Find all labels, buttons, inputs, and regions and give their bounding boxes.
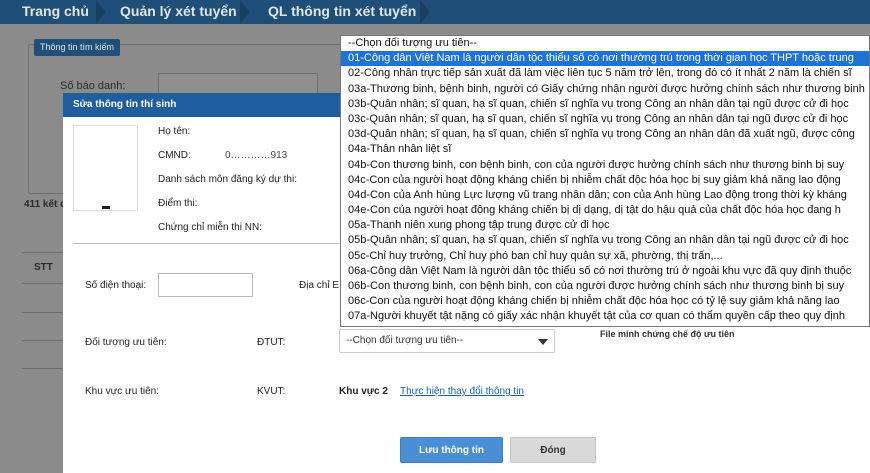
stt-header: STT [34, 262, 53, 273]
dropdown-option[interactable]: 06b-Con thương binh, con bệnh binh, con … [341, 279, 869, 294]
dropdown-option[interactable]: 07a-Người khuyết tật nặng có giấy xác nh… [341, 309, 869, 324]
dropdown-option[interactable]: 04d-Con của Anh hùng Lực lượng vũ trang … [341, 188, 869, 203]
close-button[interactable]: Đóng [510, 437, 596, 463]
dropdown-option[interactable]: 04e-Con của người hoạt động kháng chiến … [341, 203, 869, 218]
breadcrumb-separator [96, 0, 106, 24]
dropdown-option[interactable]: 04b-Con thương binh, con bệnh binh, con … [341, 158, 869, 173]
mon-dang-ky-label: Danh sách môn đăng ký dự thi: [158, 174, 297, 185]
so-bao-danh-input[interactable] [158, 73, 318, 95]
so-bao-danh-label: Số báo danh: [60, 80, 126, 92]
phone-input[interactable] [158, 273, 253, 297]
priority-select[interactable]: --Chọn đối tượng ưu tiên-- [339, 329, 555, 353]
dropdown-option[interactable]: 05a-Thanh niên xung phong tập trung được… [341, 218, 869, 233]
dropdown-option[interactable]: 02-Công nhân trực tiếp sản xuất đã làm v… [341, 66, 869, 81]
breadcrumb-admissions[interactable]: Quản lý xét tuyển [120, 0, 237, 24]
priority-dropdown-list[interactable]: --Chọn đối tượng ưu tiên-- 01-Công dân Vi… [340, 35, 870, 327]
dtut-label: ĐTUT: [257, 337, 286, 348]
dropdown-option[interactable]: 03d-Quân nhân; sĩ quan, hạ sĩ quan, chiế… [341, 127, 869, 142]
chung-chi-label: Chứng chỉ miễn thi NN: [158, 222, 262, 233]
dropdown-option[interactable]: 01-Công dân Việt Nam là người dân tộc th… [341, 51, 869, 67]
dropdown-option[interactable]: 05b-Quân nhân; sĩ quan, hạ sĩ quan, chiế… [341, 233, 869, 248]
photo-mark [102, 206, 110, 209]
cmnd-label: CMND: [158, 150, 191, 161]
chevron-down-icon [538, 339, 548, 345]
khu-vuc-value: Khu vực 2 [339, 386, 388, 397]
ho-ten-label: Họ tên: [158, 126, 191, 137]
doi-tuong-label: Đối tượng ưu tiên: [85, 337, 167, 348]
save-button[interactable]: Lưu thông tin [400, 437, 503, 463]
dropdown-option[interactable]: 03b-Quân nhân; sĩ quan, hạ sĩ quan, chiế… [341, 97, 869, 112]
breadcrumb-home[interactable]: Trang chủ [22, 0, 89, 24]
dropdown-option[interactable]: 07b-Người lao động ưu tú thuộc tất cả th… [341, 325, 869, 327]
priority-select-value: --Chọn đối tượng ưu tiên-- [346, 335, 464, 346]
search-panel-legend: Thông tin tìm kiếm [34, 39, 121, 56]
candidate-photo [73, 125, 138, 211]
khu-vuc-label: Khu vực ưu tiên: [85, 386, 159, 397]
dropdown-option[interactable]: 04c-Con của người hoạt động kháng chiến … [341, 173, 869, 188]
cmnd-value: 0…………913 [225, 150, 288, 161]
dropdown-option[interactable]: 05c-Chỉ huy trưởng, Chỉ huy phó ban chỉ … [341, 249, 869, 264]
breadcrumb-separator [240, 0, 250, 24]
evidence-label: File minh chứng chế độ ưu tiên [600, 329, 735, 339]
dropdown-option[interactable]: 03c-Quân nhân; sĩ quan, hạ sĩ quan, chiế… [341, 112, 869, 127]
dropdown-option[interactable]: --Chọn đối tượng ưu tiên-- [341, 36, 869, 51]
dropdown-option[interactable]: 04a-Thân nhân liệt sĩ [341, 142, 869, 157]
section-divider [73, 243, 341, 244]
diem-thi-label: Điểm thi: [158, 198, 198, 209]
address-label: Địa chỉ E [299, 280, 340, 291]
result-count: 411 kết q [24, 199, 67, 210]
dropdown-option[interactable]: 03a-Thương binh, bệnh binh, người có Giấ… [341, 82, 869, 97]
dropdown-option[interactable]: 06a-Công dân Việt Nam là người dân tộc t… [341, 264, 869, 279]
breadcrumb-current[interactable]: QL thông tin xét tuyển [268, 0, 416, 24]
breadcrumb-separator [420, 0, 430, 24]
dropdown-option[interactable]: 06c-Con của người hoạt động kháng chiến … [341, 294, 869, 309]
change-info-link[interactable]: Thực hiện thay đổi thông tin [400, 386, 524, 397]
phone-label: Số điện thoại: [85, 280, 147, 291]
breadcrumb: Trang chủ Quản lý xét tuyển QL thông tin… [0, 0, 870, 24]
kvut-label: KVUT: [257, 386, 286, 397]
